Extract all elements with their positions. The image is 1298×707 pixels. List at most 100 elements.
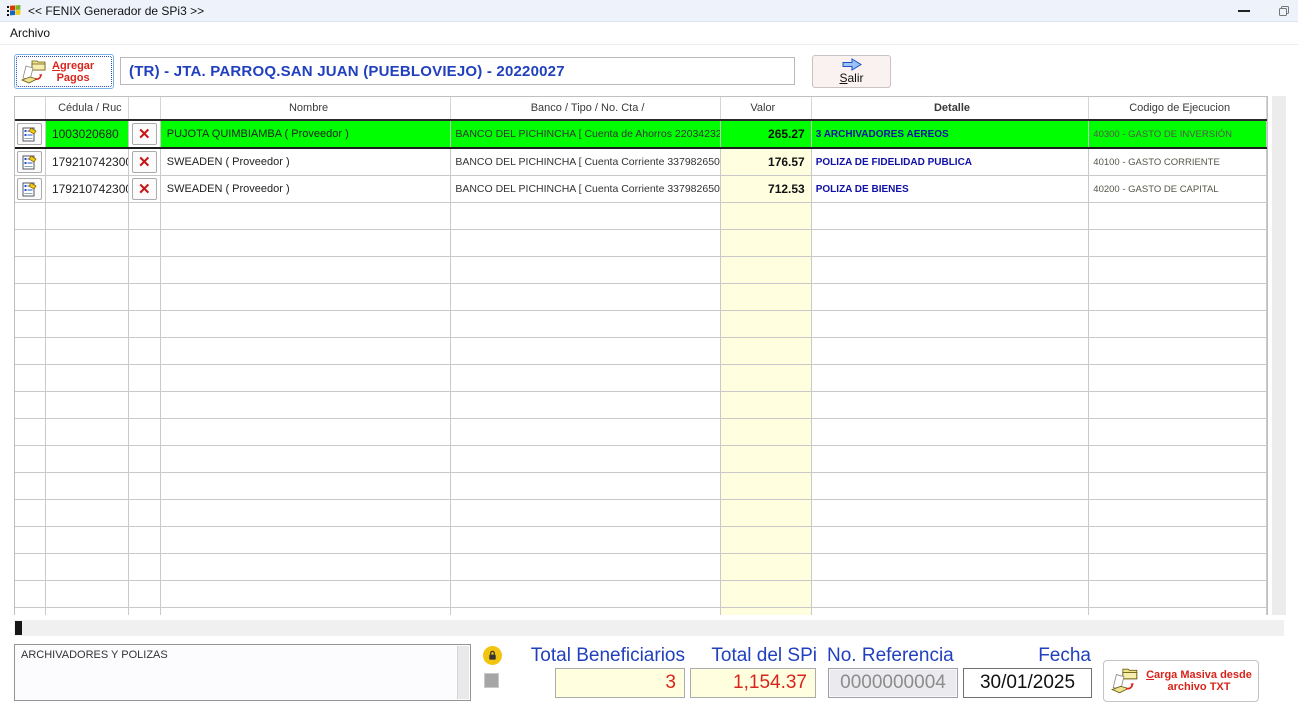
delete-row-button[interactable]: ✕ (131, 178, 157, 200)
table-row[interactable]: 1003020680 ✕ PUJOTA QUIMBIAMBA ( Proveed… (15, 121, 1267, 149)
empty-table-row[interactable] (15, 446, 1267, 473)
valor-cell: 176.57 (720, 149, 812, 175)
nombre-cell: SWEADEN ( Proveedor ) (161, 149, 452, 175)
minimize-button[interactable] (1226, 0, 1262, 22)
codigo-cell: 40200 - GASTO DE CAPITAL (1089, 176, 1267, 202)
edit-cell (15, 176, 46, 202)
salir-button[interactable]: Salir (812, 55, 891, 88)
header-detalle[interactable]: Detalle (812, 97, 1090, 119)
carga-masiva-button[interactable]: Carga Masiva desde archivo TXT (1103, 660, 1259, 702)
notes-scrollbar[interactable] (457, 646, 469, 699)
header-banco[interactable]: Banco / Tipo / No. Cta / (451, 97, 721, 119)
empty-table-row[interactable] (15, 230, 1267, 257)
vertical-scrollbar[interactable] (1272, 96, 1286, 615)
empty-table-row[interactable] (15, 500, 1267, 527)
cedula-cell: 1792107423001 (46, 149, 129, 175)
delete-row-button[interactable]: ✕ (131, 151, 157, 173)
edit-form-icon (22, 155, 37, 169)
empty-table-row[interactable] (15, 554, 1267, 581)
notes-textarea[interactable]: ARCHIVADORES Y POLIZAS (14, 644, 471, 701)
total-beneficiarios-label: Total Beneficiarios (530, 645, 685, 666)
entity-name-value: (TR) - JTA. PARROQ.SAN JUAN (PUEBLOVIEJO… (129, 62, 565, 80)
total-spi-label: Total del SPi (711, 645, 817, 666)
codigo-cell: 40300 - GASTO DE INVERSIÓN (1089, 121, 1267, 147)
empty-table-row[interactable] (15, 527, 1267, 554)
table-row[interactable]: 1792107423001 ✕ SWEADEN ( Proveedor ) BA… (15, 149, 1267, 176)
cedula-cell: 1792107423001 (46, 176, 129, 202)
banco-cell: BANCO DEL PICHINCHA [ Cuenta de Ahorros … (451, 121, 721, 147)
header-cedula[interactable]: Cédula / Ruc (46, 97, 129, 119)
detalle-cell: POLIZA DE FIDELIDAD PUBLICA (812, 149, 1090, 175)
no-referencia-label: No. Referencia (827, 645, 954, 666)
empty-table-row[interactable] (15, 284, 1267, 311)
header-delete-col (129, 97, 161, 119)
folder-arrow-icon (1110, 668, 1138, 694)
delete-x-icon: ✕ (138, 125, 151, 143)
no-referencia-field: 0000000004 (828, 668, 958, 698)
minimize-icon (1238, 10, 1250, 12)
delete-row-button[interactable]: ✕ (131, 123, 157, 145)
edit-row-button[interactable] (17, 123, 43, 145)
empty-table-row[interactable] (15, 338, 1267, 365)
valor-cell: 265.27 (720, 121, 812, 147)
menu-bar: Archivo (0, 22, 1298, 45)
grid-header-row: Cédula / Ruc Nombre Banco / Tipo / No. C… (15, 97, 1267, 121)
header-edit-col (15, 97, 46, 119)
header-codigo[interactable]: Codigo de Ejecucion (1089, 97, 1267, 119)
edit-form-icon (22, 127, 37, 141)
menu-archivo[interactable]: Archivo (2, 26, 58, 40)
entity-name-field[interactable]: (TR) - JTA. PARROQ.SAN JUAN (PUEBLOVIEJO… (120, 57, 795, 85)
empty-table-row[interactable] (15, 473, 1267, 500)
empty-table-row[interactable] (15, 581, 1267, 608)
edit-cell (15, 149, 46, 175)
detalle-cell: POLIZA DE BIENES (812, 176, 1090, 202)
notes-value: ARCHIVADORES Y POLIZAS (21, 649, 168, 661)
title-bar: << FENIX Generador de SPi3 >> (0, 0, 1298, 22)
nombre-cell: SWEADEN ( Proveedor ) (161, 176, 452, 202)
delete-cell: ✕ (129, 149, 161, 175)
agregar-pagos-label: Agregar Pagos (52, 59, 95, 84)
empty-table-row[interactable] (15, 365, 1267, 392)
total-spi-field: 1,154.37 (690, 668, 816, 698)
status-square[interactable] (484, 673, 499, 688)
empty-table-row[interactable] (15, 311, 1267, 338)
table-row[interactable]: 1792107423001 ✕ SWEADEN ( Proveedor ) BA… (15, 176, 1267, 203)
folder-arrow-icon (20, 60, 46, 83)
fecha-field[interactable]: 30/01/2025 (963, 668, 1092, 698)
delete-x-icon: ✕ (138, 153, 151, 171)
agregar-pagos-button[interactable]: Agregar Pagos (14, 54, 114, 89)
edit-cell (15, 121, 46, 147)
empty-table-row[interactable] (15, 608, 1267, 615)
nombre-cell: PUJOTA QUIMBIAMBA ( Proveedor ) (160, 121, 452, 147)
payments-grid: Cédula / Ruc Nombre Banco / Tipo / No. C… (14, 96, 1268, 615)
horizontal-scrollbar[interactable] (14, 620, 1284, 636)
banco-cell: BANCO DEL PICHINCHA [ Cuenta Corriente 3… (451, 176, 721, 202)
delete-x-icon: ✕ (138, 180, 151, 198)
restore-icon (1279, 6, 1289, 16)
grid-body: 1003020680 ✕ PUJOTA QUIMBIAMBA ( Proveed… (15, 121, 1267, 615)
total-beneficiarios-field: 3 (555, 668, 685, 698)
horizontal-scrollbar-thumb[interactable] (15, 621, 22, 635)
delete-cell: ✕ (129, 176, 161, 202)
header-valor[interactable]: Valor (721, 97, 812, 119)
salir-label: Salir (839, 71, 864, 85)
empty-table-row[interactable] (15, 257, 1267, 284)
valor-cell: 712.53 (720, 176, 812, 202)
app-window-icon (7, 4, 21, 16)
banco-cell: BANCO DEL PICHINCHA [ Cuenta Corriente 3… (451, 149, 721, 175)
edit-row-button[interactable] (17, 178, 43, 200)
header-nombre[interactable]: Nombre (161, 97, 452, 119)
delete-cell: ✕ (128, 121, 161, 147)
empty-table-row[interactable] (15, 392, 1267, 419)
restore-button[interactable] (1266, 0, 1298, 22)
detalle-cell: 3 ARCHIVADORES AEREOS (811, 121, 1090, 147)
edit-form-icon (22, 182, 37, 196)
window-title: << FENIX Generador de SPi3 >> (28, 3, 205, 18)
empty-table-row[interactable] (15, 203, 1267, 230)
edit-row-button[interactable] (17, 151, 43, 173)
cedula-cell: 1003020680 (45, 121, 129, 147)
codigo-cell: 40100 - GASTO CORRIENTE (1089, 149, 1267, 175)
carga-masiva-label: Carga Masiva desde archivo TXT (1146, 669, 1252, 693)
empty-table-row[interactable] (15, 419, 1267, 446)
exit-arrow-icon (842, 58, 862, 71)
